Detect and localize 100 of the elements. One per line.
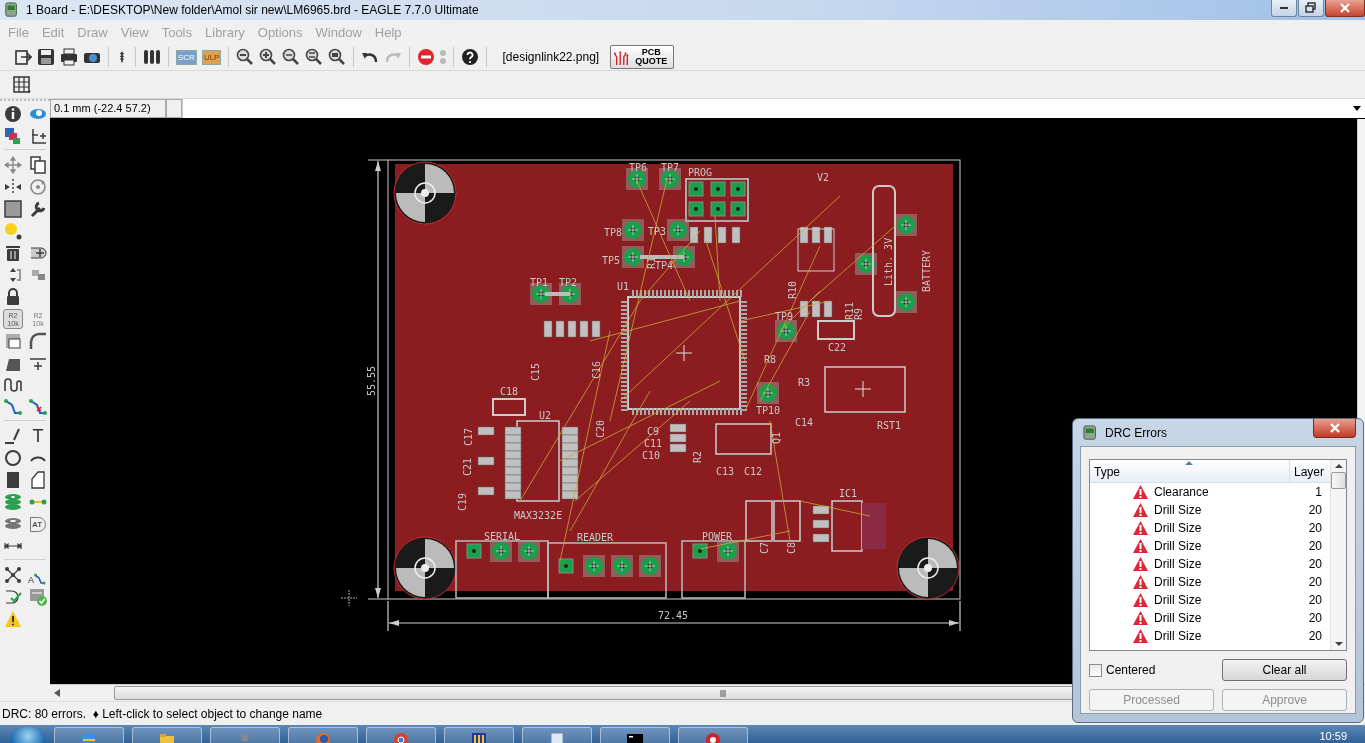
component-label: C13 bbox=[716, 466, 735, 477]
mirror-icon[interactable] bbox=[4, 178, 22, 196]
warning-icon bbox=[1132, 502, 1149, 518]
help-icon[interactable] bbox=[461, 48, 480, 66]
warning-icon bbox=[1132, 592, 1149, 608]
component-label: BATTERY bbox=[921, 249, 932, 292]
centered-checkbox[interactable] bbox=[1089, 663, 1102, 677]
close-button[interactable] bbox=[1313, 419, 1356, 438]
close-icon bbox=[1327, 421, 1342, 435]
scroll-up-icon bbox=[1334, 464, 1343, 468]
component-label: TP9 bbox=[775, 311, 794, 322]
mark-icon[interactable] bbox=[29, 127, 47, 145]
scroll-left-icon[interactable] bbox=[54, 689, 60, 697]
print-icon[interactable] bbox=[60, 48, 78, 66]
component-label: C15 bbox=[530, 362, 541, 381]
error-layer: 1 bbox=[1314, 485, 1323, 499]
error-type[interactable]: Drill Size bbox=[1154, 539, 1287, 553]
zoom-redraw-icon[interactable] bbox=[305, 48, 324, 66]
route-icon[interactable] bbox=[4, 398, 22, 416]
component-label: TP4 bbox=[655, 260, 674, 271]
dialog-title: DRC Errors bbox=[1105, 425, 1167, 440]
column-header[interactable]: Layer bbox=[1290, 460, 1330, 482]
dimension-value: 72.45 bbox=[658, 610, 689, 621]
grid-icon[interactable] bbox=[12, 75, 32, 94]
error-type[interactable]: Drill Size bbox=[1154, 575, 1287, 589]
copy-icon[interactable] bbox=[29, 156, 47, 174]
component-label: POWER bbox=[702, 531, 733, 542]
split-icon[interactable] bbox=[4, 332, 22, 350]
component-label: R1 bbox=[646, 256, 657, 269]
component-label: C22 bbox=[828, 342, 847, 353]
error-type[interactable]: Clearance bbox=[1154, 485, 1287, 499]
info-icon[interactable] bbox=[4, 105, 22, 123]
library-icon[interactable] bbox=[143, 48, 161, 66]
error-type[interactable]: Drill Size bbox=[1154, 593, 1287, 607]
wrench-icon[interactable] bbox=[29, 200, 47, 218]
rectangle-icon[interactable] bbox=[4, 471, 22, 489]
dialog-button[interactable]: Clear all bbox=[1222, 659, 1347, 681]
via-dot-icon[interactable] bbox=[4, 222, 22, 240]
origin-cross-icon bbox=[340, 589, 358, 607]
component-label: TP8 bbox=[604, 227, 623, 238]
component-label: C8 bbox=[786, 541, 797, 554]
component-label: MAX3232E bbox=[514, 510, 563, 521]
component-label: C9 bbox=[647, 426, 660, 437]
ulp-icon[interactable]: ULP bbox=[201, 49, 222, 65]
column-header[interactable]: Type bbox=[1090, 460, 1290, 482]
maximize-button[interactable] bbox=[1298, 0, 1324, 17]
lock-icon[interactable] bbox=[4, 288, 22, 306]
component-label: TP2 bbox=[559, 277, 578, 288]
window-title: 1 Board - E:\DESKTOP\New folder\Amol sir new\LM6965.brd - EAGLE 7.7.0 Ultimate bbox=[26, 3, 479, 17]
component-label: PROG bbox=[688, 167, 713, 178]
export-icon[interactable] bbox=[14, 48, 32, 66]
checkbox-label: Centered bbox=[1106, 663, 1156, 677]
component-label: C21 bbox=[462, 457, 473, 476]
dimension-value: 55.55 bbox=[366, 365, 377, 396]
zoom-out-icon[interactable] bbox=[282, 48, 301, 66]
close-button[interactable] bbox=[1325, 0, 1365, 17]
zoom-select-icon[interactable] bbox=[328, 48, 347, 66]
error-type[interactable]: Drill Size bbox=[1154, 629, 1287, 643]
save-icon[interactable] bbox=[37, 48, 55, 66]
error-type[interactable]: Drill Size bbox=[1154, 611, 1287, 625]
text-tool-icon[interactable]: T bbox=[32, 427, 44, 445]
error-type[interactable]: Drill Size bbox=[1154, 503, 1287, 517]
line-icon[interactable] bbox=[4, 427, 22, 445]
erc-icon[interactable] bbox=[4, 588, 22, 606]
warning-icon bbox=[1132, 538, 1149, 554]
component-label: C14 bbox=[795, 417, 814, 428]
error-type[interactable]: Drill Size bbox=[1154, 557, 1287, 571]
ripup-icon[interactable] bbox=[29, 398, 47, 416]
list-scrollbar[interactable] bbox=[1330, 460, 1346, 650]
scroll-thumb[interactable] bbox=[1331, 472, 1346, 489]
component-label: C11 bbox=[644, 438, 663, 449]
meander-icon[interactable] bbox=[4, 376, 22, 394]
component-label: TP7 bbox=[661, 162, 680, 173]
pcb-quote-button[interactable]: PCB QUOTE bbox=[610, 45, 675, 69]
component-label: R9 bbox=[853, 307, 864, 320]
zoom-in-icon[interactable] bbox=[259, 48, 278, 66]
dialog-app-icon bbox=[1083, 423, 1099, 442]
component-label: C17 bbox=[463, 427, 474, 446]
dropdown-arrow-icon bbox=[1353, 106, 1361, 111]
grip-icon bbox=[719, 689, 726, 697]
plug-icon[interactable] bbox=[29, 244, 47, 262]
trash-icon[interactable] bbox=[4, 244, 22, 262]
component-label: R11 bbox=[844, 301, 855, 320]
component-label: C10 bbox=[642, 450, 661, 461]
minimize-button[interactable] bbox=[1271, 0, 1297, 17]
error-type[interactable]: Drill Size bbox=[1154, 521, 1287, 535]
error-layer: 20 bbox=[1307, 629, 1323, 643]
status-message: DRC: 80 errors. ♦ Left-click to select object to change name bbox=[2, 706, 323, 721]
zoom-fit-icon[interactable] bbox=[236, 48, 255, 66]
ratsnest-icon[interactable] bbox=[4, 566, 22, 584]
component-label: V2 bbox=[817, 172, 830, 183]
component-label: Lith. 3V bbox=[883, 237, 894, 286]
circle-icon[interactable] bbox=[4, 449, 22, 467]
polygon-icon[interactable] bbox=[29, 471, 47, 489]
corner-icon[interactable] bbox=[29, 332, 47, 350]
warning-icon[interactable] bbox=[4, 610, 22, 628]
layers-icon[interactable] bbox=[4, 127, 22, 145]
stop-icon[interactable] bbox=[417, 48, 436, 66]
warning-icon bbox=[1132, 520, 1149, 536]
autorouter-button[interactable]: A bbox=[28, 565, 48, 585]
